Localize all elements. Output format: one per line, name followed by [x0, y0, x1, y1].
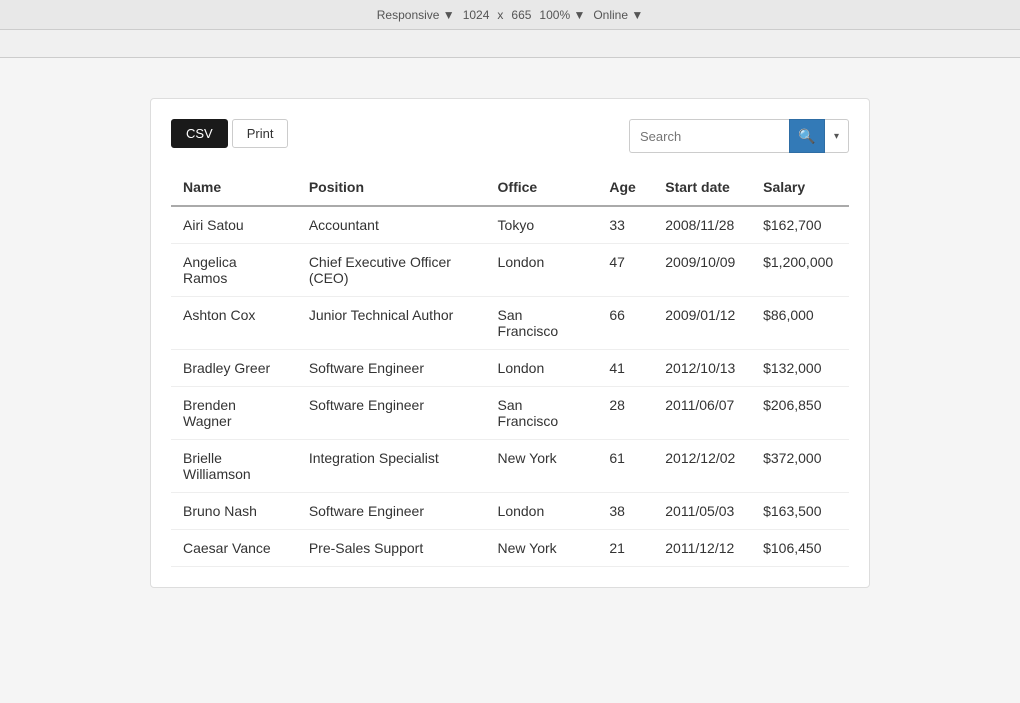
cell-position: Accountant [297, 206, 486, 244]
cell-age: 21 [597, 530, 653, 567]
data-table: Name Position Office Age Start date Sala… [171, 169, 849, 567]
browser-bar: Responsive ▼ 1024 x 665 100% ▼ Online ▼ [0, 0, 1020, 30]
col-header-startdate: Start date [653, 169, 751, 206]
cell-office: London [486, 244, 598, 297]
col-header-age: Age [597, 169, 653, 206]
chevron-down-icon: ▾ [834, 131, 839, 142]
cell-name: Caesar Vance [171, 530, 297, 567]
cell-age: 33 [597, 206, 653, 244]
print-button[interactable]: Print [232, 119, 289, 148]
cell-office: New York [486, 440, 598, 493]
cell-startdate: 2011/05/03 [653, 493, 751, 530]
cell-startdate: 2009/10/09 [653, 244, 751, 297]
table-row: Airi SatouAccountantTokyo332008/11/28$16… [171, 206, 849, 244]
cell-name: Brielle Williamson [171, 440, 297, 493]
cell-salary: $106,450 [751, 530, 849, 567]
cell-position: Software Engineer [297, 350, 486, 387]
table-row: Bruno NashSoftware EngineerLondon382011/… [171, 493, 849, 530]
table-row: Brielle WilliamsonIntegration Specialist… [171, 440, 849, 493]
col-header-name: Name [171, 169, 297, 206]
col-header-position: Position [297, 169, 486, 206]
cell-office: London [486, 493, 598, 530]
header-row: Name Position Office Age Start date Sala… [171, 169, 849, 206]
table-row: Ashton CoxJunior Technical AuthorSan Fra… [171, 297, 849, 350]
table-row: Brenden WagnerSoftware EngineerSan Franc… [171, 387, 849, 440]
online-label[interactable]: Online ▼ [593, 8, 643, 22]
cell-salary: $86,000 [751, 297, 849, 350]
data-card: CSV Print 🔍 ▾ Name Position Office [150, 98, 870, 588]
cell-startdate: 2008/11/28 [653, 206, 751, 244]
cell-age: 66 [597, 297, 653, 350]
search-input[interactable] [629, 119, 789, 153]
search-icon: 🔍 [798, 128, 815, 145]
search-button[interactable]: 🔍 [789, 119, 825, 153]
export-button-group: CSV Print [171, 119, 288, 148]
cell-name: Bruno Nash [171, 493, 297, 530]
col-header-salary: Salary [751, 169, 849, 206]
search-dropdown-button[interactable]: ▾ [825, 119, 849, 153]
cell-startdate: 2012/10/13 [653, 350, 751, 387]
cell-salary: $162,700 [751, 206, 849, 244]
table-row: Angelica RamosChief Executive Officer (C… [171, 244, 849, 297]
tab-bar [0, 30, 1020, 58]
responsive-label[interactable]: Responsive ▼ [377, 8, 455, 22]
table-row: Bradley GreerSoftware EngineerLondon4120… [171, 350, 849, 387]
cell-position: Pre-Sales Support [297, 530, 486, 567]
cell-office: New York [486, 530, 598, 567]
cell-salary: $132,000 [751, 350, 849, 387]
cell-salary: $206,850 [751, 387, 849, 440]
cell-age: 61 [597, 440, 653, 493]
cell-office: San Francisco [486, 297, 598, 350]
cell-name: Brenden Wagner [171, 387, 297, 440]
cell-name: Bradley Greer [171, 350, 297, 387]
table-row: Caesar VancePre-Sales SupportNew York212… [171, 530, 849, 567]
cell-position: Software Engineer [297, 387, 486, 440]
cell-position: Junior Technical Author [297, 297, 486, 350]
cell-office: London [486, 350, 598, 387]
toolbar: CSV Print 🔍 ▾ [171, 119, 849, 153]
x-separator: x [497, 8, 503, 22]
cell-position: Integration Specialist [297, 440, 486, 493]
cell-office: Tokyo [486, 206, 598, 244]
cell-salary: $1,200,000 [751, 244, 849, 297]
table-body: Airi SatouAccountantTokyo332008/11/28$16… [171, 206, 849, 567]
cell-age: 47 [597, 244, 653, 297]
search-group: 🔍 ▾ [629, 119, 849, 153]
cell-startdate: 2011/06/07 [653, 387, 751, 440]
cell-salary: $163,500 [751, 493, 849, 530]
height-label: 665 [511, 8, 531, 22]
cell-office: San Francisco [486, 387, 598, 440]
cell-salary: $372,000 [751, 440, 849, 493]
csv-button[interactable]: CSV [171, 119, 228, 148]
cell-name: Ashton Cox [171, 297, 297, 350]
width-label: 1024 [463, 8, 490, 22]
page-container: CSV Print 🔍 ▾ Name Position Office [0, 58, 1020, 628]
cell-startdate: 2012/12/02 [653, 440, 751, 493]
cell-name: Airi Satou [171, 206, 297, 244]
table-header: Name Position Office Age Start date Sala… [171, 169, 849, 206]
cell-name: Angelica Ramos [171, 244, 297, 297]
cell-age: 41 [597, 350, 653, 387]
cell-age: 38 [597, 493, 653, 530]
cell-startdate: 2009/01/12 [653, 297, 751, 350]
cell-position: Software Engineer [297, 493, 486, 530]
cell-startdate: 2011/12/12 [653, 530, 751, 567]
cell-position: Chief Executive Officer (CEO) [297, 244, 486, 297]
col-header-office: Office [486, 169, 598, 206]
zoom-label[interactable]: 100% ▼ [539, 8, 585, 22]
cell-age: 28 [597, 387, 653, 440]
